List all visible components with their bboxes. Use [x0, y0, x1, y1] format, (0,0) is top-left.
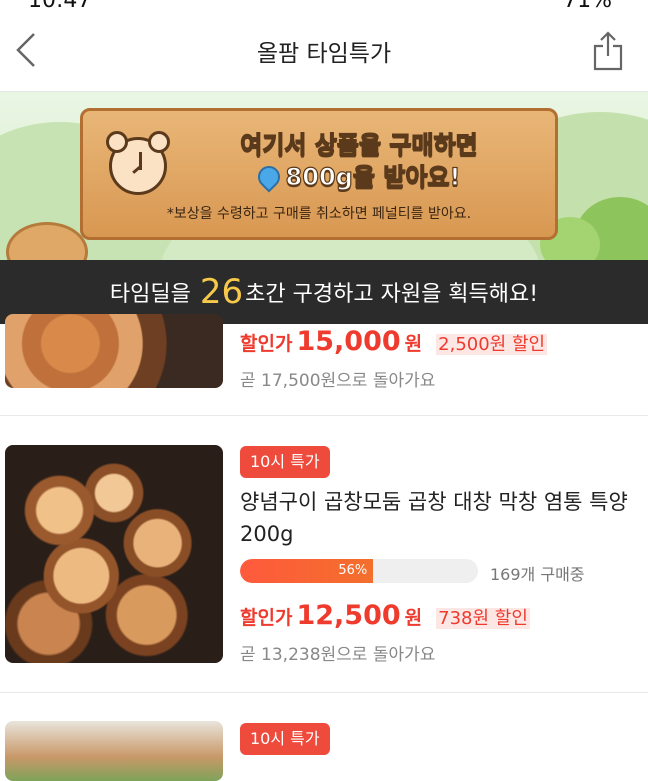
price-row: 할인가 15,000 원 2,500원 할인	[240, 326, 548, 357]
buying-count: 169개 구매중	[490, 565, 585, 584]
sale-price: 12,500	[296, 600, 401, 631]
product-item[interactable]: 10시 특가 양념구이 곱창모둠 곱창 대창 막창 염통 특양 200g 56%…	[0, 416, 648, 692]
product-name[interactable]: 양념구이 곱창모둠 곱창 대창 막창 염통 특양 200g	[240, 486, 628, 550]
page-title: 올팜 타임특가	[256, 41, 392, 67]
deal-seconds: 26	[199, 272, 244, 312]
top-nav-bar: 올팜 타임특가	[0, 14, 648, 92]
wooden-sign: 여기서 상품을 구매하면 800g을 받아요! *보상을 수령하고 구매를 취소…	[80, 108, 558, 240]
reward-banner: 여기서 상품을 구매하면 800g을 받아요! *보상을 수령하고 구매를 취소…	[0, 92, 648, 260]
time-deal-tag: 10시 특가	[240, 723, 330, 755]
status-bar: 10:47 71%	[0, 0, 648, 14]
clock-icon	[106, 131, 170, 195]
share-icon[interactable]	[592, 30, 624, 72]
progress-fill: 56%	[240, 559, 374, 583]
product-image[interactable]	[5, 721, 223, 781]
discount-amount: 738원 할인	[436, 608, 530, 629]
time-deal-tag: 10시 특가	[240, 446, 330, 478]
deal-prefix: 타임딜을	[109, 282, 191, 307]
banner-note: *보상을 수령하고 구매를 취소하면 페널티를 받아요.	[166, 206, 472, 222]
price-row: 할인가 12,500 원 738원 할인	[240, 600, 530, 631]
revert-price-note: 곧 13,238원으로 돌아가요	[240, 645, 436, 665]
status-time: 10:47	[28, 0, 92, 13]
sale-price: 15,000	[296, 326, 401, 357]
product-item[interactable]: 할인가 15,000 원 2,500원 할인 곧 17,500원으로 돌아가요	[0, 314, 648, 416]
product-item[interactable]: 10시 특가	[0, 693, 648, 781]
banner-headline-1: 여기서 상품을 구매하면	[240, 130, 479, 159]
revert-price-note: 곧 17,500원으로 돌아가요	[240, 371, 436, 391]
product-image[interactable]	[5, 445, 223, 663]
purchase-progress-bar: 56%	[240, 559, 478, 583]
discount-amount: 2,500원 할인	[436, 334, 548, 355]
product-image[interactable]	[5, 314, 223, 388]
banner-headline-2: 800g을 받아요!	[183, 157, 535, 193]
deal-suffix: 초간 구경하고 자원을 획득해요!	[245, 282, 539, 307]
status-battery: 71%	[563, 0, 612, 13]
water-drop-icon	[252, 161, 285, 193]
